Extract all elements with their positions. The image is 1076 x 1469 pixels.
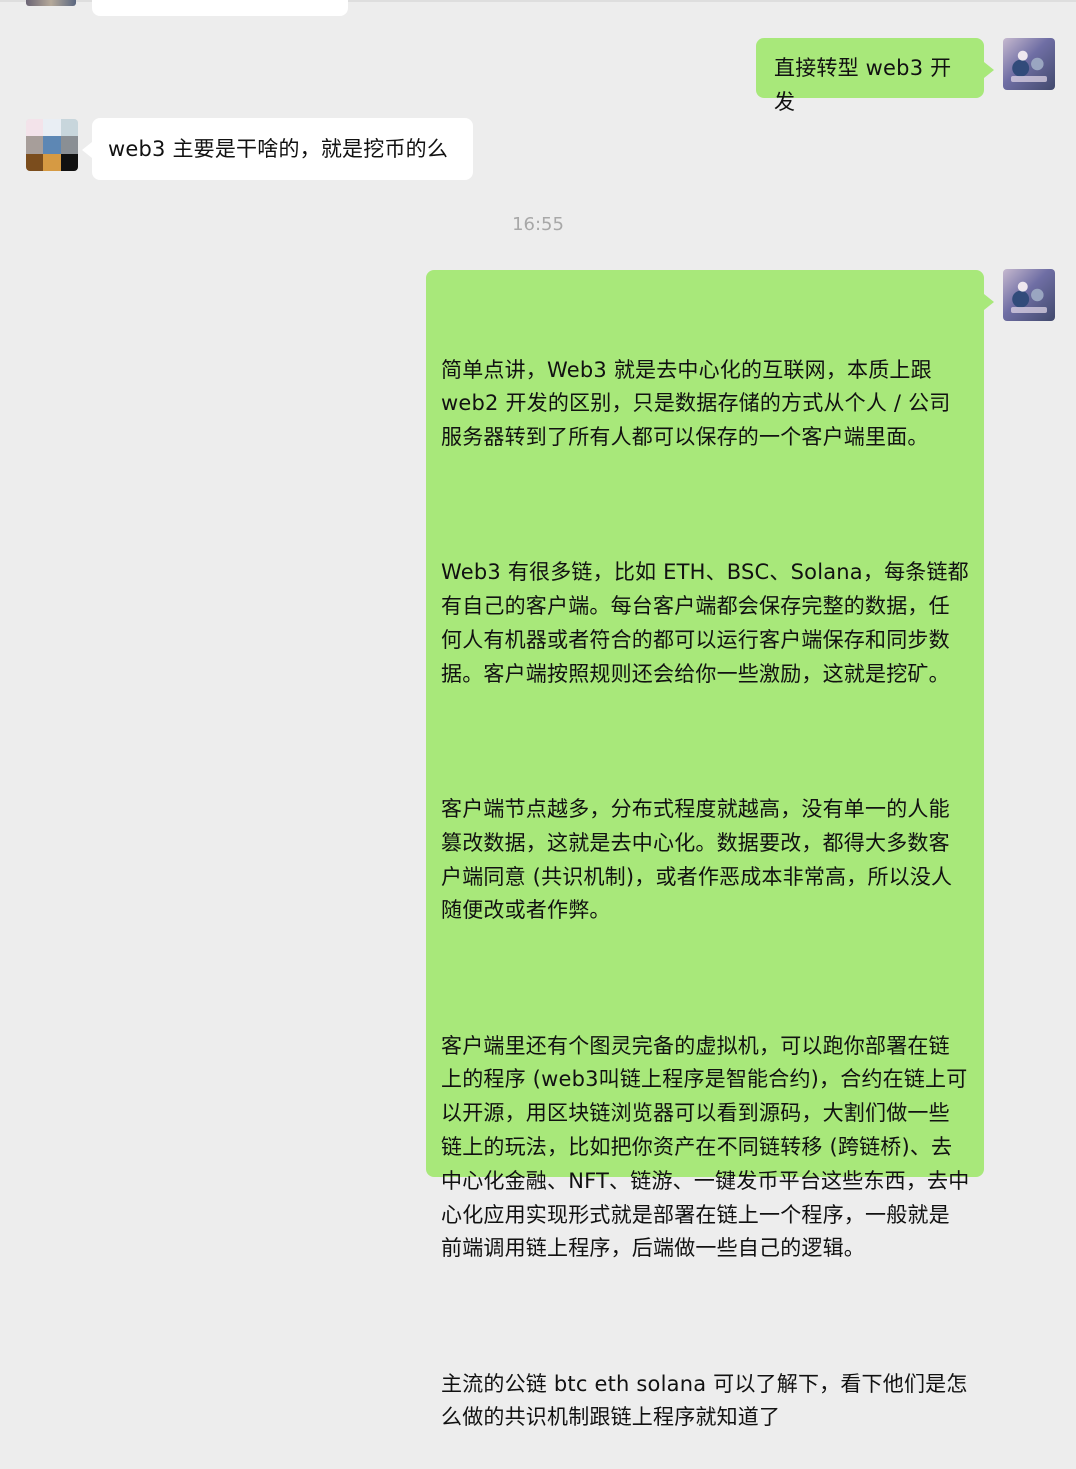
message-paragraph: 客户端节点越多，分布式程度就越高，没有单一的人能篡改数据，这就是去中心化。数据要… <box>441 796 953 923</box>
message-paragraph: Web3 有很多链，比如 ETH、BSC、Solana，每条链都有自己的客户端。… <box>441 560 969 686</box>
message-paragraph: 主流的公链 btc eth solana 可以了解下，看下他们是怎么做的共识机制… <box>441 1371 968 1430</box>
avatar-pixel <box>60 136 78 154</box>
partial-message-bubble <box>92 0 348 16</box>
message-bubble-other-1[interactable]: web3 主要是干啥的，就是挖币的么 <box>82 118 473 180</box>
contact-avatar[interactable] <box>26 119 78 171</box>
avatar-pixel <box>60 119 78 137</box>
message-bubble-self-1[interactable]: 直接转型 web3 开发 <box>756 38 994 114</box>
user-avatar[interactable] <box>1003 38 1055 90</box>
avatar-pixel <box>43 119 61 137</box>
avatar-pixel <box>26 119 44 137</box>
avatar-pixel <box>60 153 78 171</box>
message-paragraph: 客户端里还有个图灵完备的虚拟机，可以跑你部署在链上的程序 (web3叫链上程序是… <box>441 1033 970 1261</box>
partial-avatar[interactable] <box>26 0 76 6</box>
avatar-pixel <box>26 153 44 171</box>
avatar-pixel <box>43 136 61 154</box>
message-bubble-self-2[interactable]: 简单点讲，Web3 就是去中心化的互联网，本质上跟 web2 开发的区别，只是数… <box>426 270 994 1429</box>
avatar-pixel <box>43 153 61 171</box>
message-timestamp: 16:55 <box>512 214 564 235</box>
avatar-pixel <box>26 136 44 154</box>
message-paragraph: 简单点讲，Web3 就是去中心化的互联网，本质上跟 web2 开发的区别，只是数… <box>441 357 951 450</box>
user-avatar[interactable] <box>1003 269 1055 321</box>
